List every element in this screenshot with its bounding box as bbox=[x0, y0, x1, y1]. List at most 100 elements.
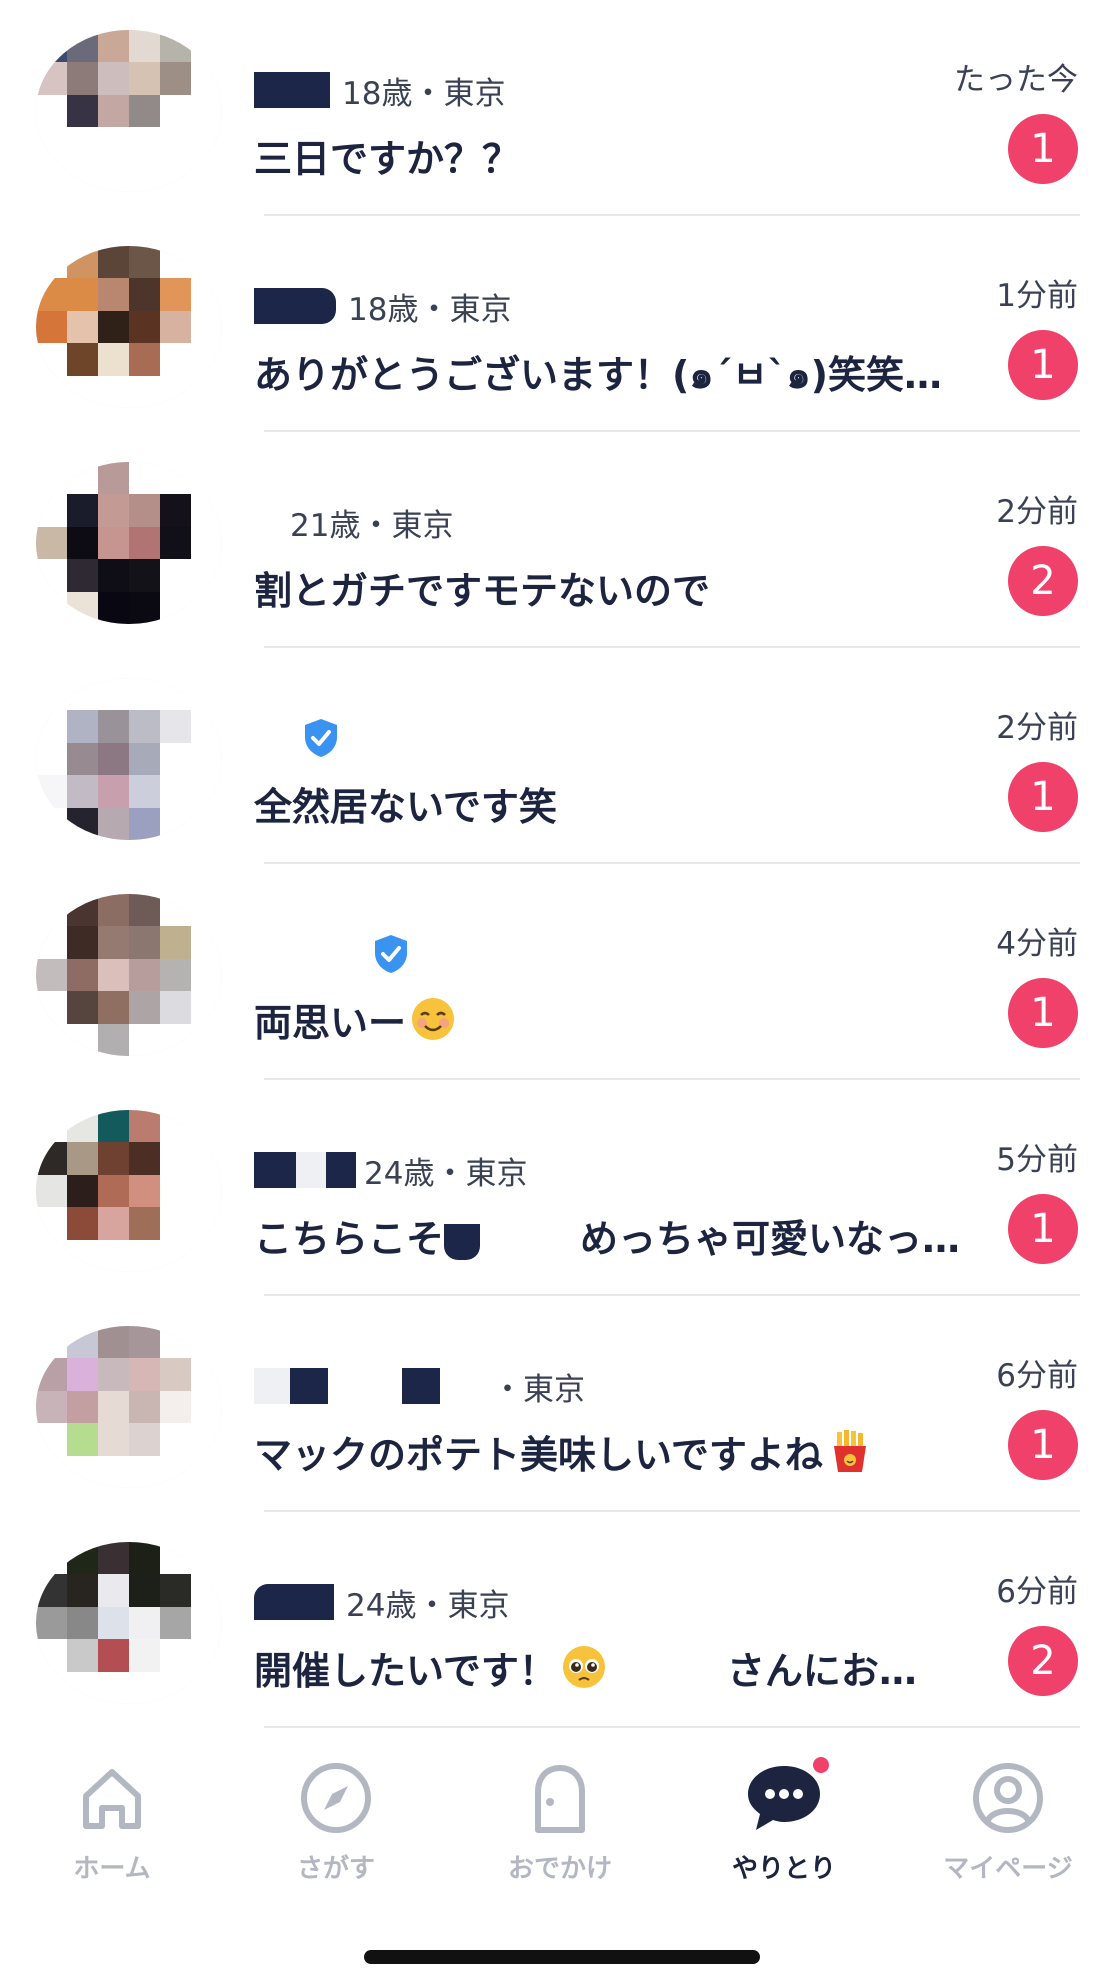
message-text: めっちゃ可愛いなっ… bbox=[580, 1217, 961, 1261]
user-meta: 18歳・東京 bbox=[254, 70, 506, 112]
pixelated-photo bbox=[36, 246, 222, 408]
redacted-name bbox=[254, 1368, 290, 1404]
pixelated-photo bbox=[36, 894, 222, 1056]
pixelated-photo bbox=[36, 30, 222, 192]
age-location: ・東京 bbox=[492, 1371, 585, 1408]
message-text: マックのポテト美味しいですよね bbox=[254, 1433, 823, 1477]
door-icon bbox=[535, 1765, 585, 1833]
user-meta: 24歳・東京 bbox=[254, 1582, 510, 1624]
pixelated-photo bbox=[36, 1110, 222, 1272]
tab-home[interactable]: ホーム bbox=[12, 1738, 212, 1898]
home-indicator[interactable] bbox=[364, 1950, 760, 1964]
timestamp: 2分前 bbox=[996, 710, 1078, 746]
avatar[interactable] bbox=[36, 1326, 222, 1488]
message-row[interactable]: 両思いー 4分前 1 bbox=[0, 864, 1120, 1080]
tab-mypage[interactable]: マイページ bbox=[908, 1738, 1108, 1898]
redacted-name bbox=[254, 288, 336, 324]
redacted-name bbox=[254, 1152, 296, 1188]
timestamp: 4分前 bbox=[996, 926, 1078, 962]
verified-badge-icon bbox=[305, 719, 337, 757]
message-preview: ありがとうございます！(๑´ㅂ`๑)笑笑… bbox=[254, 353, 942, 397]
pixelated-photo bbox=[36, 1542, 222, 1704]
message-preview: 三日ですか？？ bbox=[254, 137, 521, 181]
timestamp: 6分前 bbox=[996, 1574, 1078, 1610]
message-preview: マックのポテト美味しいですよね bbox=[254, 1424, 974, 1479]
message-row[interactable]: 18歳・東京 三日ですか？？ たった今 1 bbox=[0, 0, 1120, 216]
age-location: 18歳・東京 bbox=[342, 75, 506, 112]
pixelated-photo bbox=[36, 678, 222, 840]
user-meta: 18歳・東京 bbox=[254, 286, 512, 328]
unread-badge: 1 bbox=[1008, 1194, 1078, 1264]
unread-badge: 1 bbox=[1008, 114, 1078, 184]
unread-badge: 1 bbox=[1008, 330, 1078, 400]
tab-label: マイページ bbox=[943, 1854, 1073, 1884]
tab-bar: ホーム さがす おでかけ やりとり マイページ bbox=[0, 1738, 1120, 1898]
redacted-name bbox=[402, 1368, 440, 1404]
message-row[interactable]: 24歳・東京 こちらこそ めっちゃ可愛いなっ… 5分前 1 bbox=[0, 1080, 1120, 1296]
unread-badge: 1 bbox=[1008, 762, 1078, 832]
message-row[interactable]: 24歳・東京 開催したいです！ さんにお… 6分前 2 bbox=[0, 1512, 1120, 1728]
avatar[interactable] bbox=[36, 462, 222, 624]
age-location: 18歳・東京 bbox=[348, 291, 512, 328]
age-location: 21歳・東京 bbox=[290, 507, 454, 544]
message-preview: こちらこそ めっちゃ可愛いなっ… bbox=[254, 1208, 974, 1263]
redacted-text bbox=[444, 1223, 481, 1260]
message-preview: 割とガチですモテないので bbox=[254, 569, 711, 613]
tab-label: さがす bbox=[296, 1854, 375, 1884]
pleading-face-icon bbox=[562, 1646, 605, 1688]
age-location: 24歳・東京 bbox=[346, 1587, 510, 1624]
message-row[interactable]: 21歳・東京 割とガチですモテないので 2分前 2 bbox=[0, 432, 1120, 648]
user-meta: 21歳・東京 bbox=[290, 502, 454, 544]
redacted-name bbox=[254, 72, 330, 108]
redacted-name bbox=[254, 1584, 334, 1620]
message-row[interactable]: 18歳・東京 ありがとうございます！(๑´ㅂ`๑)笑笑… 1分前 1 bbox=[0, 216, 1120, 432]
tab-chat[interactable]: やりとり bbox=[684, 1738, 884, 1898]
unread-badge: 2 bbox=[1008, 546, 1078, 616]
message-list: 18歳・東京 三日ですか？？ たった今 1 18歳・東京 ありがとうございます！… bbox=[0, 0, 1120, 1728]
redacted-text bbox=[607, 1656, 727, 1692]
timestamp: 2分前 bbox=[996, 494, 1078, 530]
verified-badge-icon bbox=[375, 935, 407, 973]
age-location: 24歳・東京 bbox=[364, 1155, 528, 1192]
unread-badge: 1 bbox=[1008, 978, 1078, 1048]
user-meta: ・東京 bbox=[254, 1366, 585, 1408]
tab-label: やりとり bbox=[731, 1854, 836, 1884]
message-row[interactable]: ・東京 マックのポテト美味しいですよね 6分前 1 bbox=[0, 1296, 1120, 1512]
profile-icon bbox=[973, 1763, 1043, 1833]
redacted-name bbox=[326, 1152, 356, 1188]
timestamp: たった今 bbox=[954, 62, 1078, 98]
avatar[interactable] bbox=[36, 894, 222, 1056]
smiling-face-icon bbox=[412, 998, 455, 1040]
tab-label: ホーム bbox=[73, 1854, 151, 1884]
unread-badge: 1 bbox=[1008, 1410, 1078, 1480]
avatar[interactable] bbox=[36, 1110, 222, 1272]
home-icon bbox=[83, 1769, 141, 1829]
avatar[interactable] bbox=[36, 30, 222, 192]
message-text: こちらこそ bbox=[254, 1217, 445, 1261]
message-text: さんにお… bbox=[726, 1649, 917, 1693]
message-text: 両思いー bbox=[254, 1001, 407, 1045]
tab-outing[interactable]: おでかけ bbox=[460, 1738, 660, 1898]
user-meta: 24歳・東京 bbox=[254, 1150, 528, 1192]
message-preview: 両思いー bbox=[254, 992, 974, 1047]
avatar[interactable] bbox=[36, 246, 222, 408]
notification-dot bbox=[810, 1754, 832, 1776]
pixelated-photo bbox=[36, 1326, 222, 1488]
timestamp: 5分前 bbox=[996, 1142, 1078, 1178]
timestamp: 6分前 bbox=[996, 1358, 1078, 1394]
message-preview: 開催したいです！ さんにお… bbox=[254, 1640, 974, 1695]
redacted-name bbox=[290, 1368, 328, 1404]
avatar[interactable] bbox=[36, 678, 222, 840]
user-meta bbox=[370, 934, 412, 974]
timestamp: 1分前 bbox=[996, 278, 1078, 314]
redacted-name bbox=[296, 1152, 326, 1188]
avatar[interactable] bbox=[36, 1542, 222, 1704]
message-preview: 全然居ないです笑 bbox=[254, 785, 557, 829]
message-row[interactable]: 全然居ないです笑 2分前 1 bbox=[0, 648, 1120, 864]
french-fries-icon bbox=[833, 1430, 866, 1472]
tab-label: おでかけ bbox=[507, 1854, 612, 1884]
divider bbox=[264, 1726, 1080, 1728]
tab-search[interactable]: さがす bbox=[236, 1738, 436, 1898]
unread-badge: 2 bbox=[1008, 1626, 1078, 1696]
message-text: 開催したいです！ bbox=[254, 1649, 557, 1693]
